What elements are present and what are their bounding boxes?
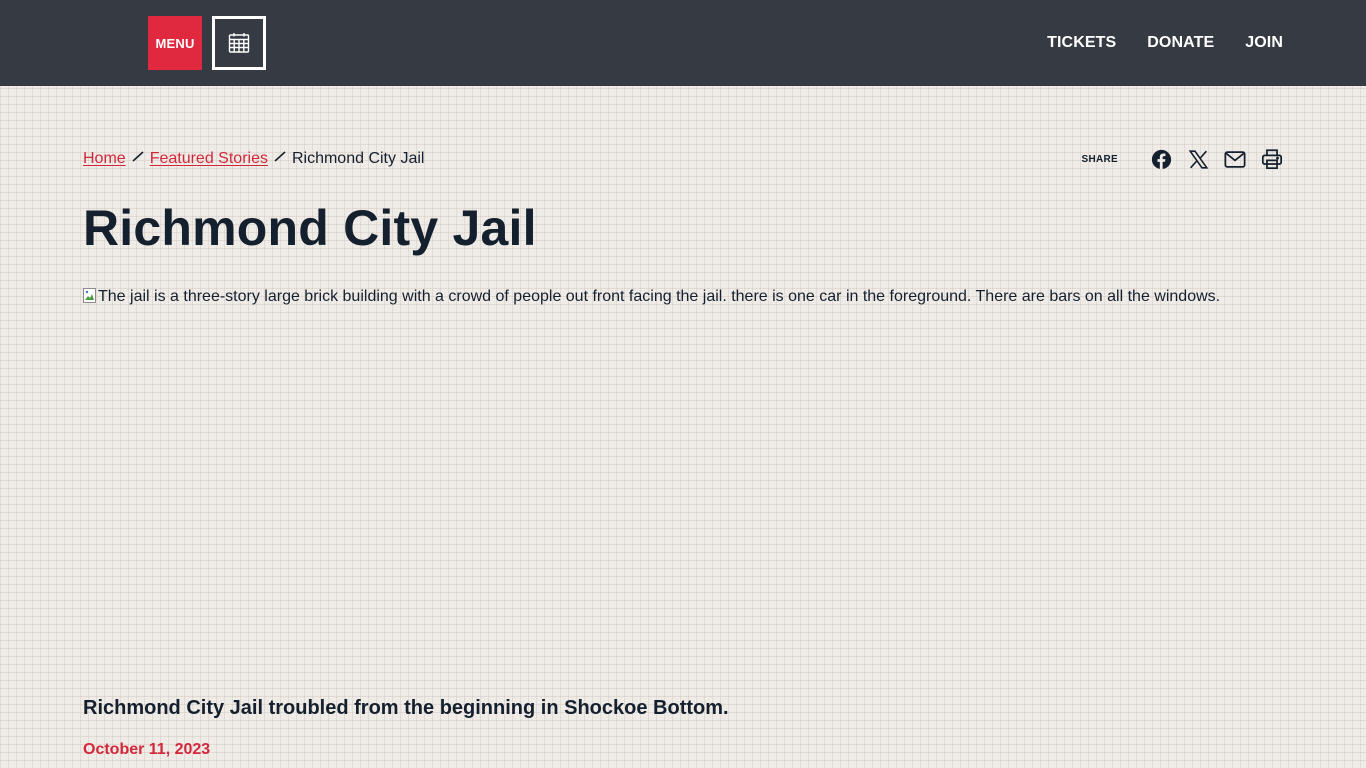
print-icon[interactable]	[1261, 148, 1283, 170]
hero-image: The jail is a three-story large brick bu…	[83, 287, 1283, 667]
breadcrumb: Home Featured Stories Richmond City Jail	[83, 149, 424, 169]
broken-image-icon	[83, 288, 97, 304]
x-icon[interactable]	[1187, 148, 1209, 170]
calendar-button[interactable]	[212, 16, 266, 70]
facebook-icon[interactable]	[1150, 148, 1172, 170]
email-icon[interactable]	[1224, 148, 1246, 170]
breadcrumb-featured-stories-link[interactable]: Featured Stories	[150, 149, 268, 169]
article-subtitle: Richmond City Jail troubled from the beg…	[83, 697, 729, 719]
breadcrumb-separator	[268, 149, 292, 169]
breadcrumb-home-link[interactable]: Home	[83, 149, 126, 169]
site-header: MENU TICKETS DONATE JOIN	[0, 0, 1366, 86]
join-link[interactable]: JOIN	[1245, 34, 1283, 52]
broken-image: The jail is a three-story large brick bu…	[83, 287, 1283, 307]
breadcrumb-current: Richmond City Jail	[291, 150, 425, 167]
article-date: October 11, 2023	[83, 741, 211, 758]
page-title: Richmond City Jail	[83, 200, 537, 256]
tickets-link[interactable]: TICKETS	[1047, 34, 1116, 52]
donate-link[interactable]: DONATE	[1147, 34, 1214, 52]
image-alt-text: The jail is a three-story large brick bu…	[98, 288, 1221, 305]
share-label: SHARE	[1081, 153, 1118, 165]
share-bar: SHARE	[1081, 146, 1283, 172]
breadcrumb-separator	[126, 149, 150, 169]
menu-button[interactable]: MENU	[148, 16, 202, 70]
calendar-icon	[228, 33, 250, 53]
header-nav: TICKETS DONATE JOIN	[1047, 0, 1283, 86]
